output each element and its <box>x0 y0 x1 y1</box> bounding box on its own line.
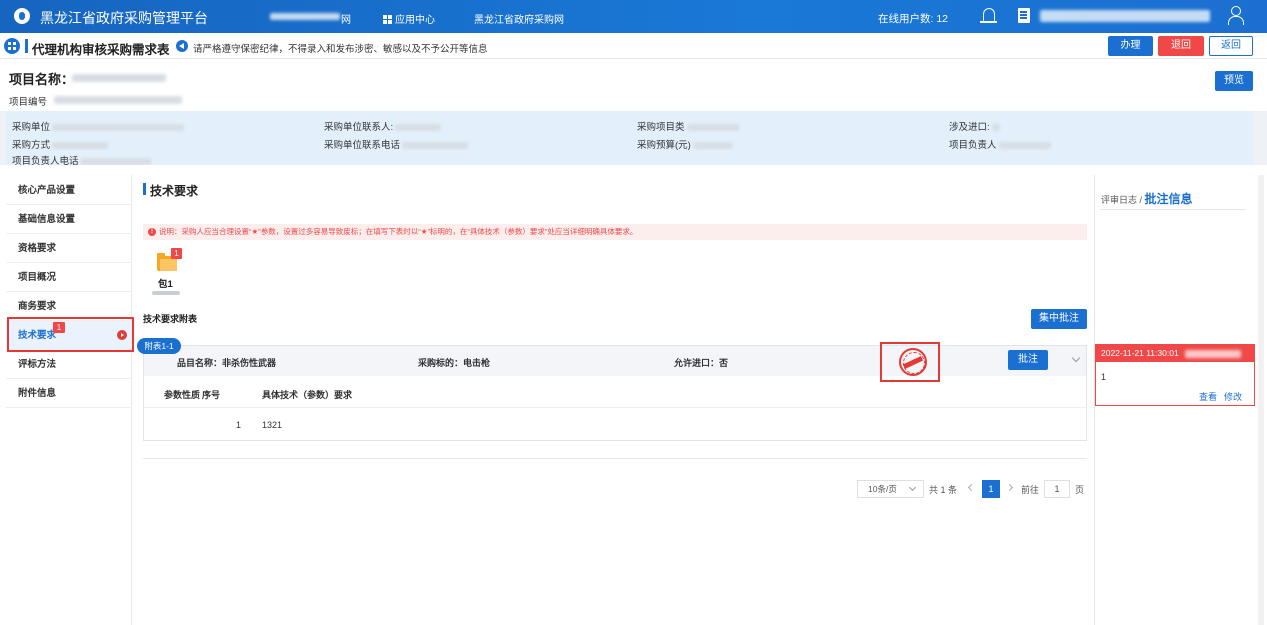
nav-suffix[interactable]: 网 <box>341 11 351 26</box>
nav-app-center[interactable]: 应用中心 <box>383 11 435 26</box>
nav-app-center-label: 应用中心 <box>395 15 435 26</box>
import-allowed: 允许进口：否 <box>674 358 729 368</box>
redacted-project-code <box>54 96 182 104</box>
highlight-box-technical <box>7 317 134 352</box>
info-budget: 采购预算(元) <box>637 137 733 151</box>
project-name-label: 项目名称： <box>9 72 75 87</box>
play-icon[interactable] <box>117 330 127 340</box>
warning-icon: ! <box>148 228 156 236</box>
table-tab[interactable]: 附表1-1 <box>137 338 181 354</box>
annotation-content: 1 <box>1101 372 1107 382</box>
app-title: 黑龙江省政府采购管理平台 <box>40 10 208 26</box>
app-grid-icon <box>383 15 392 24</box>
document-icon[interactable] <box>1018 8 1030 23</box>
speaker-icon <box>176 40 188 52</box>
section-accent-bar <box>143 183 146 195</box>
warning-text: 说明：采购人应当合理设置“★”参数，设置过多容易导致废标；在填写下表时以“★”标… <box>159 227 638 236</box>
menu-grid-icon[interactable] <box>4 38 20 54</box>
annotate-button[interactable]: 批注 <box>1008 350 1048 370</box>
user-icon[interactable] <box>1228 6 1244 25</box>
column-header-nature: 参数性质 <box>164 390 201 400</box>
item-name: 品目名称：非杀伤性武器 <box>177 358 277 368</box>
project-header: 项目名称： 项目编号 预览 <box>0 59 1267 111</box>
redacted-nav-item <box>270 13 340 20</box>
handle-button[interactable]: 办理 <box>1108 36 1153 56</box>
bell-icon[interactable] <box>980 8 997 23</box>
nav-procurement-site[interactable]: 黑龙江省政府采购网 <box>474 11 564 26</box>
table-column-header: 参数性质 序号 具体技术（参数）要求 <box>144 378 1086 408</box>
content-divider <box>143 458 1087 459</box>
info-import-involved: 涉及进口: <box>949 119 1000 133</box>
info-leader: 项目负责人 <box>949 137 1051 151</box>
table-row: 1 1321 <box>144 410 1086 440</box>
page-unit: 页 <box>1075 485 1085 495</box>
sidebar-item-evaluation[interactable]: 评标方法 <box>6 350 132 379</box>
info-contact-phone: 采购单位联系电话 <box>324 137 469 151</box>
column-header-requirement: 具体技术（参数）要求 <box>262 390 353 400</box>
top-header: 黑龙江省政府采购管理平台 网 应用中心 黑龙江省政府采购网 在线用户数: 12 <box>0 0 1267 33</box>
info-method: 采购方式 <box>12 137 109 151</box>
package-badge: 1 <box>171 248 182 259</box>
info-purchaser: 采购单位 <box>12 119 185 133</box>
redacted-project-name <box>72 74 166 82</box>
package-label[interactable]: 包1 <box>158 276 173 290</box>
cell-requirement: 1321 <box>262 420 283 430</box>
page-size-select[interactable]: 10条/页 <box>857 480 924 498</box>
page-title: 代理机构审核采购需求表 <box>32 43 170 57</box>
info-procurement-project: 采购项目类 <box>637 119 739 133</box>
warning-banner: ! 说明：采购人应当合理设置“★”参数，设置过多容易导致废标；在填写下表时以“★… <box>143 224 1087 240</box>
title-accent-bar <box>25 39 28 53</box>
table-group-header <box>144 346 1086 376</box>
current-page[interactable]: 1 <box>982 480 1000 498</box>
annotation-tab[interactable]: 批注信息 <box>1145 192 1193 206</box>
column-header-index: 序号 <box>202 390 221 400</box>
goto-label: 前往 <box>1021 485 1040 495</box>
preview-button[interactable]: 预览 <box>1215 71 1253 91</box>
section-title: 技术要求 <box>150 184 199 198</box>
section-sidebar: 核心产品设置 基础信息设置 资格要求 项目概况 商务要求 技术要求 评标方法 附… <box>6 175 132 625</box>
annotation-card-header: 2022-11-21 11:30:01 <box>1095 344 1255 362</box>
project-code-label: 项目编号 <box>9 97 48 108</box>
total-count: 共 1 条 <box>929 485 958 495</box>
goto-page-input[interactable]: 1 <box>1044 480 1070 498</box>
review-log-title: 评审日志 / 批注信息 <box>1101 190 1193 207</box>
cell-index: 1 <box>236 420 242 430</box>
project-info-panel: 采购单位 采购单位联系人: 采购项目类 涉及进口: 采购方式 采购单位联系电话 … <box>6 111 1253 167</box>
sidebar-item-overview[interactable]: 项目概况 <box>6 263 132 292</box>
online-users-count: 在线用户数: 12 <box>878 13 949 25</box>
scrollbar[interactable] <box>1258 175 1264 625</box>
attachment-table-label: 技术要求附表 <box>143 314 198 324</box>
view-annotation-link[interactable]: 查看 <box>1199 390 1217 403</box>
edit-annotation-link[interactable]: 修改 <box>1224 390 1242 403</box>
technical-badge: 1 <box>53 322 65 333</box>
package-indicator <box>152 291 180 295</box>
sidebar-item-attachments[interactable]: 附件信息 <box>6 379 132 408</box>
confidentiality-notice: 请严格遵守保密纪律，不得录入和发布涉密、敏感以及不予公开等信息 <box>193 44 488 55</box>
batch-annotate-button[interactable]: 集中批注 <box>1031 309 1087 329</box>
back-button[interactable]: 返回 <box>1209 36 1253 56</box>
annotation-time: 2022-11-21 11:30:01 <box>1101 348 1179 358</box>
procurement-subject: 采购标的：电击枪 <box>418 358 491 368</box>
info-purchaser-contact: 采购单位联系人: <box>324 119 442 133</box>
approval-stamp-icon <box>899 348 927 376</box>
sidebar-item-basic-info[interactable]: 基础信息设置 <box>6 205 132 234</box>
sidebar-item-core-product[interactable]: 核心产品设置 <box>6 176 132 205</box>
panel-divider <box>1100 209 1245 210</box>
redacted-annotator <box>1184 349 1241 358</box>
redacted-user-name <box>1040 10 1210 22</box>
review-log-tab[interactable]: 评审日志 / <box>1101 195 1142 205</box>
page-title-bar: 代理机构审核采购需求表 请严格遵守保密纪律，不得录入和发布涉密、敏感以及不予公开… <box>0 33 1267 59</box>
reject-button[interactable]: 退回 <box>1158 36 1204 56</box>
platform-logo-icon <box>14 8 30 24</box>
sidebar-item-qualification[interactable]: 资格要求 <box>6 234 132 263</box>
